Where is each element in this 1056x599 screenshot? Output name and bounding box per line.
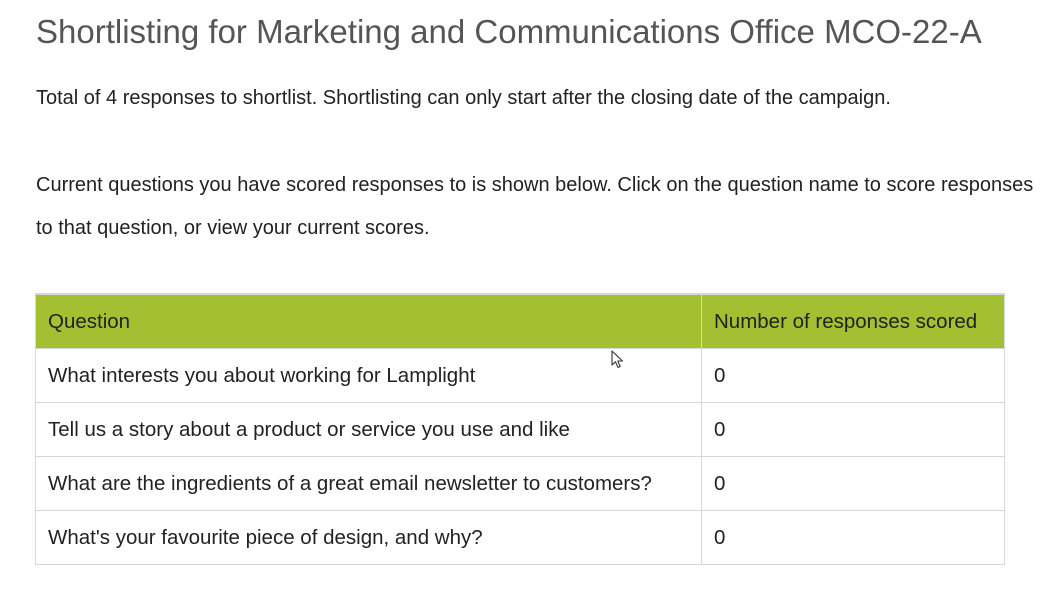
mouse-pointer-icon	[611, 350, 624, 369]
question-column-header: Question	[35, 293, 702, 349]
question-cell: What's your favourite piece of design, a…	[35, 510, 702, 565]
question-cell: What are the ingredients of a great emai…	[35, 456, 702, 511]
responses-scored-cell: 0	[701, 402, 1005, 457]
table-row: What's your favourite piece of design, a…	[35, 510, 1005, 565]
responses-scored-cell: 0	[701, 510, 1005, 565]
question-cell: Tell us a story about a product or servi…	[35, 402, 702, 457]
question-link[interactable]: What interests you about working for Lam…	[48, 364, 475, 387]
question-link[interactable]: What's your favourite piece of design, a…	[48, 526, 483, 549]
scoring-instructions: Current questions you have scored respon…	[36, 174, 1034, 239]
table-header-row: Question Number of responses scored	[35, 293, 1005, 349]
question-link[interactable]: Tell us a story about a product or servi…	[48, 418, 570, 441]
responses-scored-cell: 0	[701, 348, 1005, 403]
responses-summary: Total of 4 responses to shortlist. Short…	[36, 87, 891, 109]
question-cell: What interests you about working for Lam…	[35, 348, 702, 403]
questions-table: Question Number of responses scored What…	[35, 293, 1005, 565]
table-row: What are the ingredients of a great emai…	[35, 456, 1005, 511]
table-row: What interests you about working for Lam…	[35, 348, 1005, 403]
question-link[interactable]: What are the ingredients of a great emai…	[48, 472, 652, 495]
responses-scored-cell: 0	[701, 456, 1005, 511]
table-row: Tell us a story about a product or servi…	[35, 402, 1005, 457]
page-title: Shortlisting for Marketing and Communica…	[36, 13, 982, 50]
responses-scored-column-header: Number of responses scored	[701, 293, 1005, 349]
